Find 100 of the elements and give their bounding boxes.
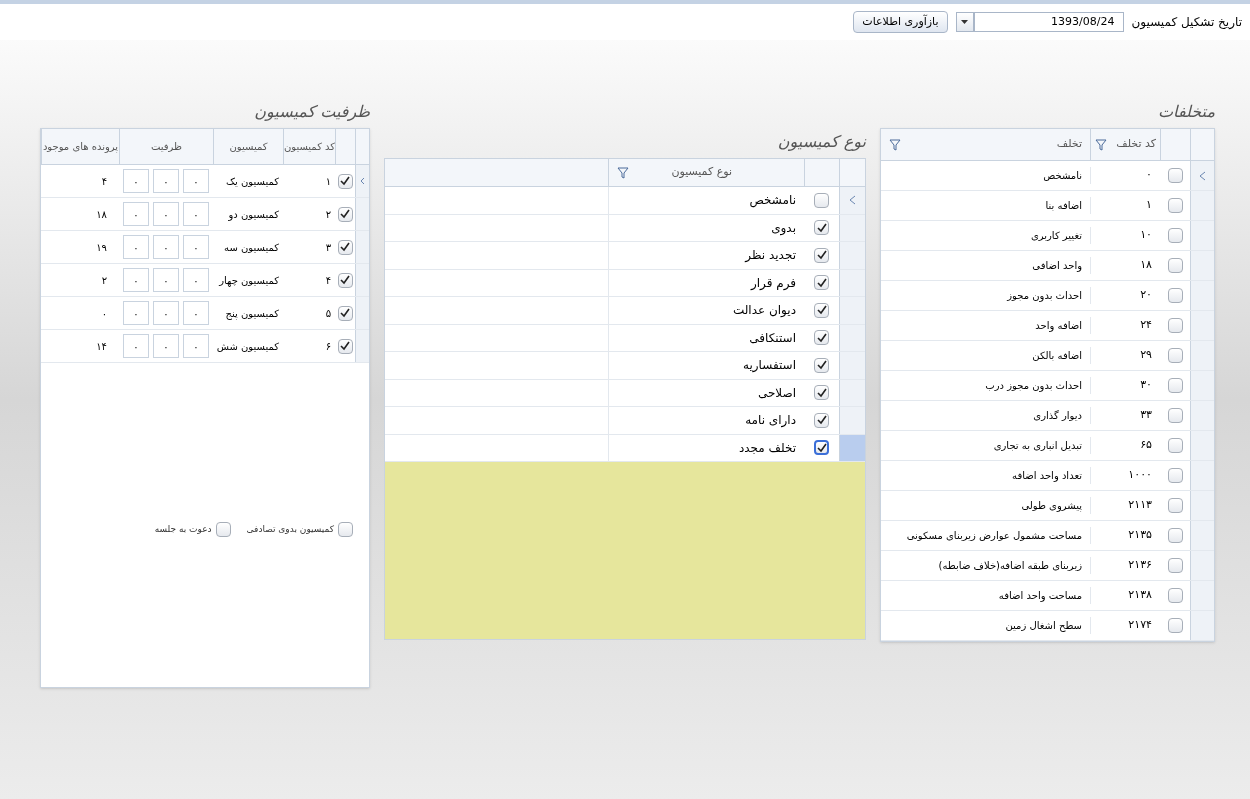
chevron-left-icon[interactable]: [1199, 170, 1206, 181]
row-header[interactable]: [839, 352, 865, 379]
checkbox[interactable]: [1167, 198, 1183, 213]
chevron-left-icon[interactable]: [849, 195, 856, 206]
checkbox[interactable]: [814, 412, 829, 428]
row-header[interactable]: [839, 297, 865, 324]
checkbox[interactable]: [337, 206, 353, 222]
panel-title: نوع کمیسیون: [776, 131, 866, 153]
filter-icon[interactable]: [617, 166, 629, 179]
checkbox[interactable]: [1167, 528, 1183, 543]
capacity-field[interactable]: ۰: [183, 334, 209, 358]
capacity-field[interactable]: ۰: [123, 169, 149, 193]
row-header[interactable]: [1190, 431, 1214, 460]
capacity-field[interactable]: ۰: [183, 169, 209, 193]
checkbox[interactable]: [1167, 438, 1183, 453]
row-header[interactable]: [839, 269, 865, 296]
row-header[interactable]: [1190, 161, 1214, 190]
row-header[interactable]: [1190, 551, 1214, 580]
checkbox[interactable]: [337, 305, 353, 321]
checkbox[interactable]: [1167, 348, 1183, 363]
checkbox[interactable]: [1167, 498, 1183, 513]
table-cell-text: تعداد واحد اضافه: [1011, 469, 1083, 483]
column-header[interactable]: کد کمیسیون: [283, 129, 335, 164]
checkbox[interactable]: [1167, 258, 1183, 273]
checkbox[interactable]: [1167, 378, 1183, 393]
chevron-left-icon[interactable]: [360, 177, 365, 185]
capacity-field[interactable]: ۰: [123, 268, 149, 292]
date-field[interactable]: 1393/08/24: [973, 12, 1124, 32]
checkbox[interactable]: [1167, 618, 1183, 633]
capacity-field[interactable]: ۰: [183, 235, 209, 259]
check-icon: [340, 242, 350, 252]
table-cell: ۰: [1090, 167, 1160, 184]
row-header[interactable]: [1190, 311, 1214, 340]
row-header[interactable]: [1190, 461, 1214, 490]
capacity-field[interactable]: ۰: [123, 301, 149, 325]
row-header[interactable]: [839, 407, 865, 434]
row-header[interactable]: [1190, 611, 1214, 640]
capacity-field[interactable]: ۰: [153, 301, 179, 325]
capacity-field[interactable]: ۰: [153, 235, 179, 259]
row-header[interactable]: [839, 434, 865, 461]
row-header[interactable]: [1190, 521, 1214, 550]
checkbox[interactable]: [337, 173, 353, 189]
column-header[interactable]: ظرفیت: [119, 129, 213, 164]
capacity-field[interactable]: ۰: [123, 235, 149, 259]
checkbox[interactable]: [1167, 588, 1183, 603]
row-header[interactable]: [1190, 191, 1214, 220]
checkbox[interactable]: [337, 272, 353, 288]
capacity-field[interactable]: ۰: [153, 268, 179, 292]
capacity-field[interactable]: ۰: [183, 268, 209, 292]
capacity-field[interactable]: ۰: [153, 202, 179, 226]
checkbox[interactable]: [1167, 288, 1183, 303]
refresh-button[interactable]: بازآوری اطلاعات: [853, 11, 948, 33]
checkbox[interactable]: [338, 522, 353, 537]
checkbox[interactable]: [1167, 558, 1183, 573]
column-header[interactable]: پرونده های موجود: [41, 129, 119, 164]
capacity-field[interactable]: ۰: [153, 334, 179, 358]
checkbox[interactable]: [1167, 408, 1183, 423]
filter-icon[interactable]: [1095, 138, 1107, 151]
row-header[interactable]: [839, 214, 865, 241]
checkbox[interactable]: [215, 522, 231, 537]
capacity-field[interactable]: ۰: [123, 202, 149, 226]
checkbox[interactable]: [1167, 318, 1183, 333]
checkbox[interactable]: [814, 440, 829, 456]
row-header[interactable]: [839, 187, 865, 214]
column-header[interactable]: تخلف: [881, 129, 1090, 160]
checkbox[interactable]: [814, 330, 829, 346]
capacity-field[interactable]: ۰: [123, 334, 149, 358]
capacity-field[interactable]: ۰: [183, 301, 209, 325]
checkbox[interactable]: [1167, 468, 1183, 483]
column-header[interactable]: کمیسیون: [213, 129, 283, 164]
checkbox[interactable]: [814, 247, 829, 263]
checkbox[interactable]: [1167, 168, 1183, 183]
row-header[interactable]: [1190, 401, 1214, 430]
checkbox[interactable]: [814, 192, 829, 208]
row-header[interactable]: [1190, 221, 1214, 250]
row-header[interactable]: [839, 379, 865, 406]
checkbox[interactable]: [814, 385, 829, 401]
table-cell-text: مساحت مشمول عوارض زیربنای مسکونی: [905, 529, 1083, 543]
capacity-field[interactable]: ۰: [183, 202, 209, 226]
row-header[interactable]: [1190, 251, 1214, 280]
column-header[interactable]: کد تخلف: [1090, 129, 1160, 160]
checkbox[interactable]: [1167, 228, 1183, 243]
row-header[interactable]: [1190, 341, 1214, 370]
row-header[interactable]: [1190, 281, 1214, 310]
row-header[interactable]: [839, 242, 865, 269]
row-header[interactable]: [1190, 371, 1214, 400]
checkbox[interactable]: [814, 302, 829, 318]
filter-icon[interactable]: [889, 138, 901, 151]
row-header[interactable]: [839, 324, 865, 351]
checkbox[interactable]: [337, 239, 353, 255]
row-header[interactable]: [1190, 491, 1214, 520]
option-label: کمیسیون بدوی تصادفی: [246, 522, 334, 536]
checkbox[interactable]: [814, 275, 829, 291]
table-cell: ۲۰: [1090, 287, 1160, 304]
checkbox[interactable]: [814, 220, 829, 236]
row-header[interactable]: [1190, 581, 1214, 610]
checkbox[interactable]: [814, 357, 829, 373]
checkbox[interactable]: [337, 338, 353, 354]
dropdown-button[interactable]: [955, 12, 974, 32]
capacity-field[interactable]: ۰: [153, 169, 179, 193]
